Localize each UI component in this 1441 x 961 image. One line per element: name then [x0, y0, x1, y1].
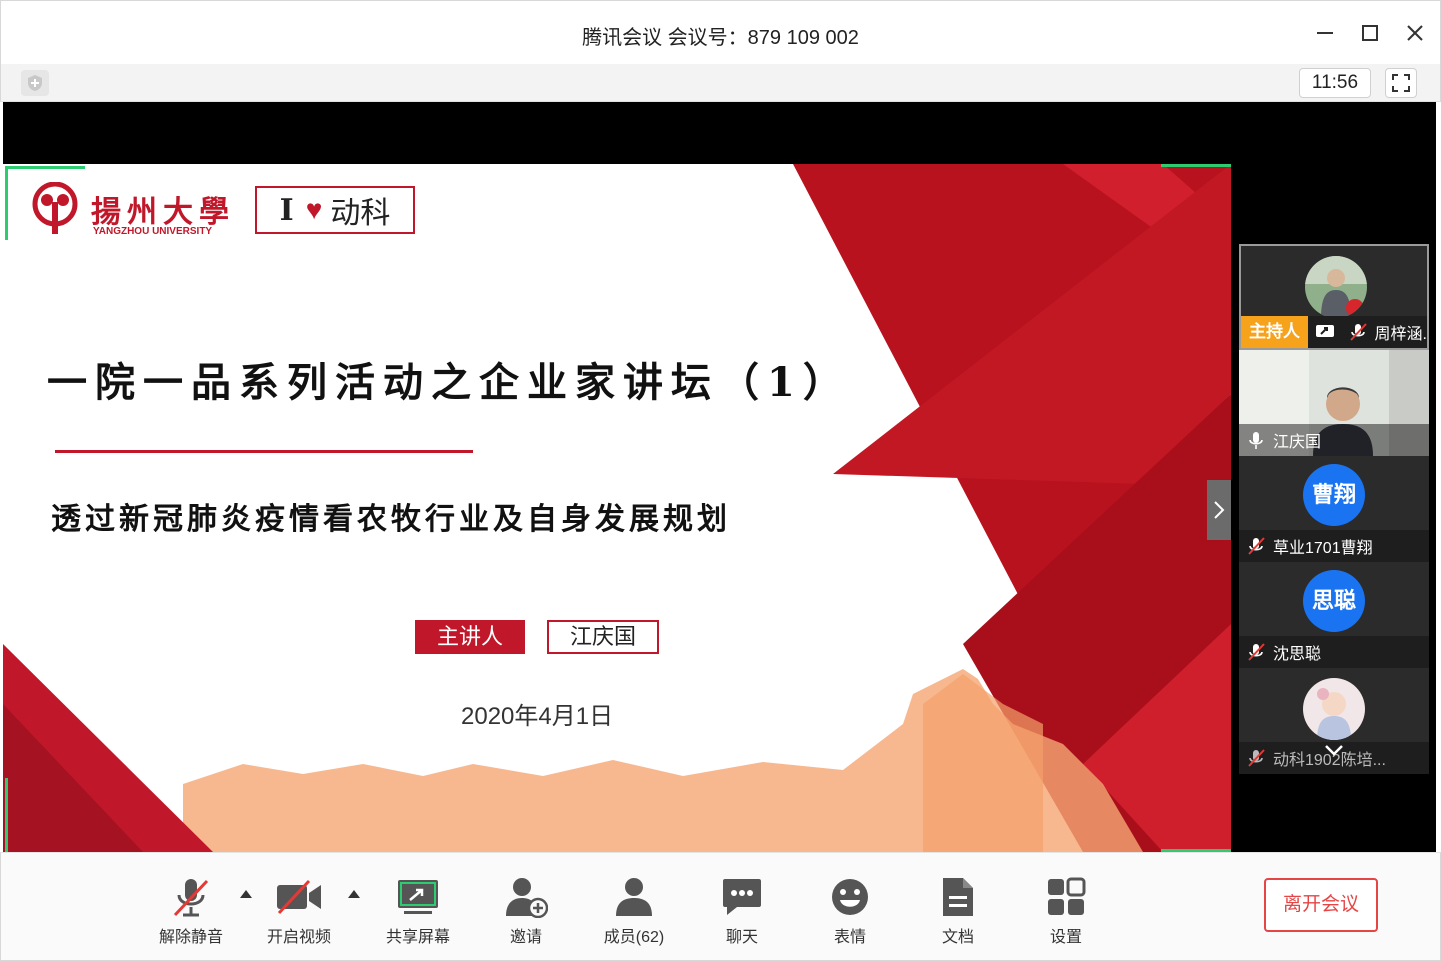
members-icon [616, 878, 652, 916]
mic-muted-icon [1347, 320, 1368, 344]
chevron-right-icon [1214, 501, 1225, 519]
ilove-i: I [279, 192, 294, 228]
participant-name: 草业1701曹翔 [1273, 540, 1373, 557]
close-button[interactable] [1401, 19, 1429, 47]
close-icon [1407, 25, 1423, 41]
mic-muted-icon [173, 879, 209, 917]
settings-grid-icon [1048, 877, 1086, 915]
shield-icon [28, 75, 42, 91]
chevron-down-icon[interactable] [1322, 742, 1346, 758]
slide-date: 2020年4月1日 [461, 703, 614, 730]
participant-tile[interactable]: 曹翔 草业1701曹翔 [1239, 456, 1429, 562]
maximize-icon [1362, 25, 1378, 41]
mic-muted-icon [1245, 746, 1267, 770]
window-title: 腾讯会议 会议号：879 109 002 [582, 27, 859, 49]
unmute-button[interactable]: 解除静音 [149, 873, 233, 947]
start-video-button[interactable]: 开启视频 [257, 873, 341, 947]
heart-icon: ♥ [305, 194, 323, 225]
audio-options-caret[interactable] [239, 887, 253, 901]
documents-button[interactable]: 文档 [916, 873, 1000, 947]
speaker-name: 江庆国 [547, 620, 659, 654]
participant-list[interactable]: 主持人 周梓涵. 江庆国 曹翔 草业1701曹翔 思聪 沈思聪 动科1902陈培… [1239, 244, 1431, 774]
caret-up-icon [240, 890, 252, 898]
document-icon [943, 878, 973, 916]
ilove-text: 动科 [330, 197, 391, 230]
university-logo: 揚州大學 YANGZHOU UNIVERSITY [29, 182, 235, 237]
avatar: 思聪 [1303, 570, 1365, 632]
meeting-timer: 11:56 [1299, 68, 1371, 98]
meeting-info-bar: 11:56 [0, 64, 1441, 102]
host-badge: 主持人 [1241, 316, 1308, 348]
settings-button[interactable]: 设置 [1024, 873, 1108, 947]
participant-tile-host[interactable]: 主持人 周梓涵. [1239, 244, 1429, 350]
speaker-label: 主讲人 [415, 620, 525, 654]
emoji-icon [832, 879, 868, 915]
university-emblem-icon [32, 182, 78, 234]
participant-tile[interactable]: 思聪 沈思聪 [1239, 562, 1429, 668]
maximize-button[interactable] [1356, 19, 1384, 47]
minimize-button[interactable] [1311, 19, 1339, 47]
participant-name: 沈思聪 [1273, 646, 1322, 663]
participant-tile[interactable]: 动科1902陈培... [1239, 668, 1429, 774]
next-slide-button[interactable] [1207, 480, 1231, 540]
slide-title: 一院一品系列活动之企业家讲坛（1） [47, 359, 851, 406]
i-love-badge: I ♥ 动科 [255, 186, 415, 234]
leave-meeting-button[interactable]: 离开会议 [1264, 878, 1378, 932]
meeting-toolbar: 解除静音 开启视频 共享屏幕 邀请 成员(62) 聊天 表情 文档 设置 离开会… [0, 852, 1441, 961]
minimize-icon [1317, 32, 1333, 34]
avatar [1303, 678, 1365, 740]
fullscreen-button[interactable] [1385, 68, 1417, 98]
shared-slide: 揚州大學 YANGZHOU UNIVERSITY I ♥ 动科 一院一品系列活动… [3, 164, 1231, 852]
caret-up-icon [348, 890, 360, 898]
chat-icon [723, 879, 761, 915]
participant-name: 周梓涵. [1374, 326, 1427, 343]
participant-tile-video[interactable]: 江庆国 [1239, 350, 1429, 456]
add-user-icon [506, 878, 548, 918]
share-screen-button[interactable]: 共享屏幕 [376, 873, 460, 947]
mic-muted-icon [1245, 640, 1267, 664]
mic-muted-icon [1245, 534, 1267, 558]
university-name-cn: 揚州大學 [91, 195, 235, 230]
screen-share-icon [1314, 320, 1335, 344]
participant-name: 江庆国 [1273, 434, 1322, 451]
video-options-caret[interactable] [347, 887, 361, 901]
slide-subtitle: 透过新冠肺炎疫情看农牧行业及自身发展规划 [51, 502, 731, 537]
title-divider [55, 450, 473, 453]
university-name-en: YANGZHOU UNIVERSITY [93, 226, 213, 237]
fullscreen-icon [1392, 74, 1410, 92]
chat-button[interactable]: 聊天 [700, 873, 784, 947]
avatar: 曹翔 [1303, 464, 1365, 526]
security-shield-button[interactable] [21, 70, 49, 96]
invite-button[interactable]: 邀请 [484, 873, 568, 947]
video-off-icon [277, 879, 321, 915]
avatar [1305, 256, 1367, 318]
screen-share-icon [398, 880, 438, 914]
members-button[interactable]: 成员(62) [592, 873, 676, 947]
mic-on-icon [1245, 428, 1267, 452]
title-bar: 腾讯会议 会议号：879 109 002 [0, 0, 1441, 64]
emoji-button[interactable]: 表情 [808, 873, 892, 947]
